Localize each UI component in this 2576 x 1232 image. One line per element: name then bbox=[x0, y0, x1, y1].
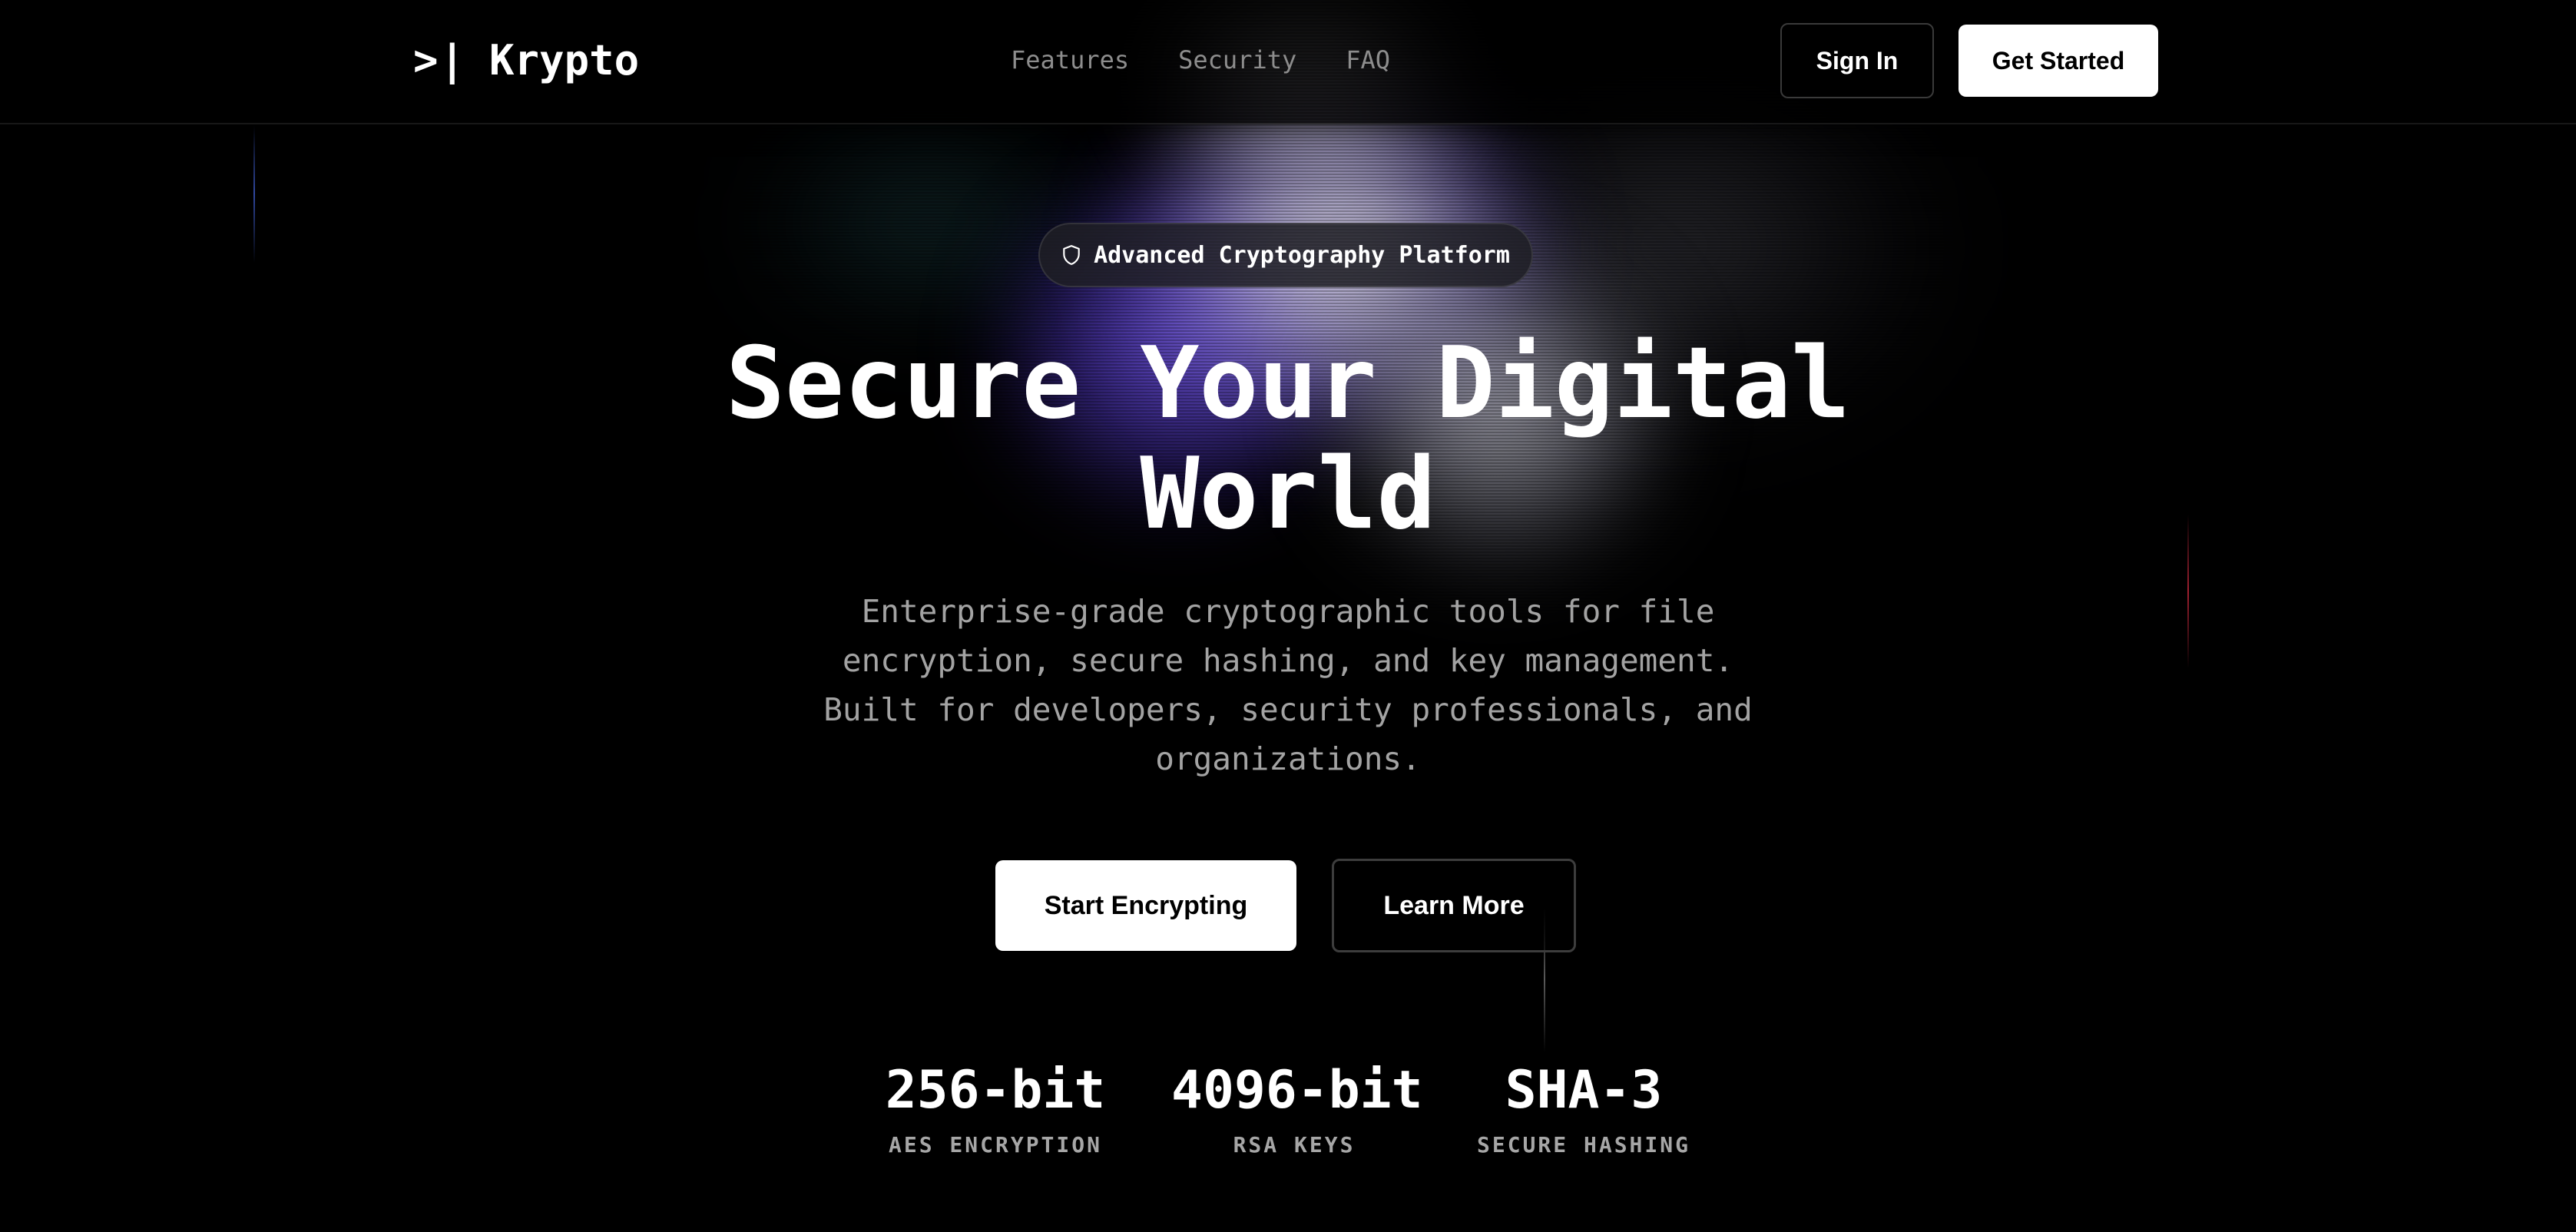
start-encrypting-button[interactable]: Start Encrypting bbox=[995, 860, 1296, 951]
decorative-line bbox=[253, 124, 255, 263]
main-nav: Features Security FAQ bbox=[1011, 40, 1390, 80]
stat-value: SHA-3 bbox=[1505, 1060, 1663, 1121]
learn-more-button[interactable]: Learn More bbox=[1332, 859, 1576, 952]
sign-in-button[interactable]: Sign In bbox=[1780, 23, 1934, 98]
shield-icon bbox=[1063, 245, 1080, 265]
get-started-button[interactable]: Get Started bbox=[1958, 25, 2158, 97]
nav-link-security[interactable]: Security bbox=[1178, 40, 1296, 80]
platform-badge: Advanced Cryptography Platform bbox=[1038, 223, 1533, 287]
logo-text: Krypto bbox=[489, 35, 640, 84]
hero-subtitle: Enterprise-grade cryptographic tools for… bbox=[823, 593, 1753, 777]
stat-item: 256-bit AES ENCRYPTION bbox=[880, 1058, 1111, 1157]
hero-title-line: Secure Your Digital bbox=[725, 326, 1851, 441]
stat-item: 4096-bit RSA KEYS bbox=[1171, 1058, 1423, 1157]
hero-title: Secure Your Digital World bbox=[0, 329, 2576, 550]
hero-title-line: World bbox=[1140, 437, 1436, 551]
stat-label: RSA KEYS bbox=[1233, 1132, 1356, 1157]
site-header: >| Krypto Features Security FAQ Sign In … bbox=[0, 0, 2576, 124]
badge-text: Advanced Cryptography Platform bbox=[1094, 241, 1510, 269]
stat-label: AES ENCRYPTION bbox=[888, 1132, 1102, 1157]
stat-value: 4096-bit bbox=[1171, 1060, 1423, 1121]
stat-label: SECURE HASHING bbox=[1476, 1132, 1690, 1157]
stat-item: SHA-3 SECURE HASHING bbox=[1468, 1058, 1699, 1157]
nav-link-faq[interactable]: FAQ bbox=[1346, 40, 1390, 80]
logo-mark: >| bbox=[413, 35, 467, 84]
stat-value: 256-bit bbox=[885, 1060, 1106, 1121]
nav-link-features[interactable]: Features bbox=[1011, 40, 1129, 80]
logo[interactable]: >| Krypto bbox=[413, 32, 639, 88]
